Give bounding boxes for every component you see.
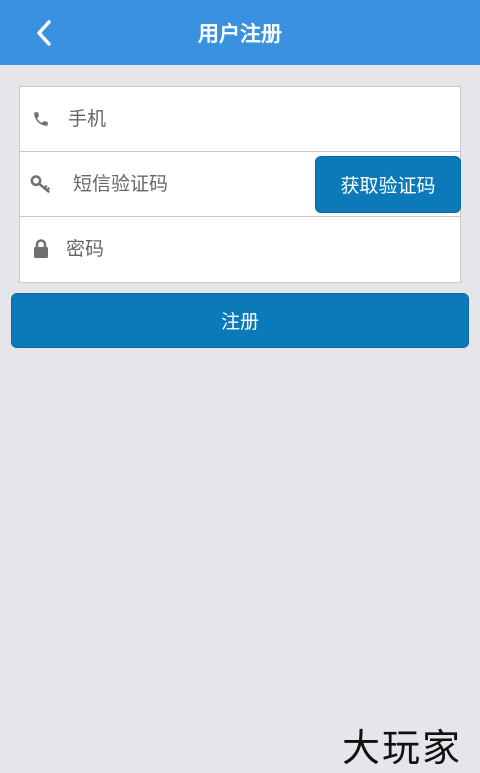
watermark-logo: 大玩家 bbox=[341, 725, 462, 770]
lock-icon bbox=[30, 238, 52, 260]
registration-form: 获取验证码 bbox=[19, 86, 461, 283]
sms-code-row: 获取验证码 bbox=[20, 152, 461, 217]
sms-code-input[interactable] bbox=[73, 167, 308, 201]
register-button[interactable]: 注册 bbox=[11, 293, 469, 348]
password-row bbox=[20, 217, 460, 282]
phone-icon bbox=[30, 108, 52, 130]
phone-input[interactable] bbox=[68, 102, 448, 136]
get-code-button[interactable]: 获取验证码 bbox=[315, 156, 461, 213]
key-icon bbox=[30, 173, 52, 195]
app-header: 用户注册 bbox=[0, 0, 480, 65]
page-title: 用户注册 bbox=[198, 21, 282, 46]
password-input[interactable] bbox=[66, 232, 446, 266]
phone-row bbox=[20, 87, 460, 152]
